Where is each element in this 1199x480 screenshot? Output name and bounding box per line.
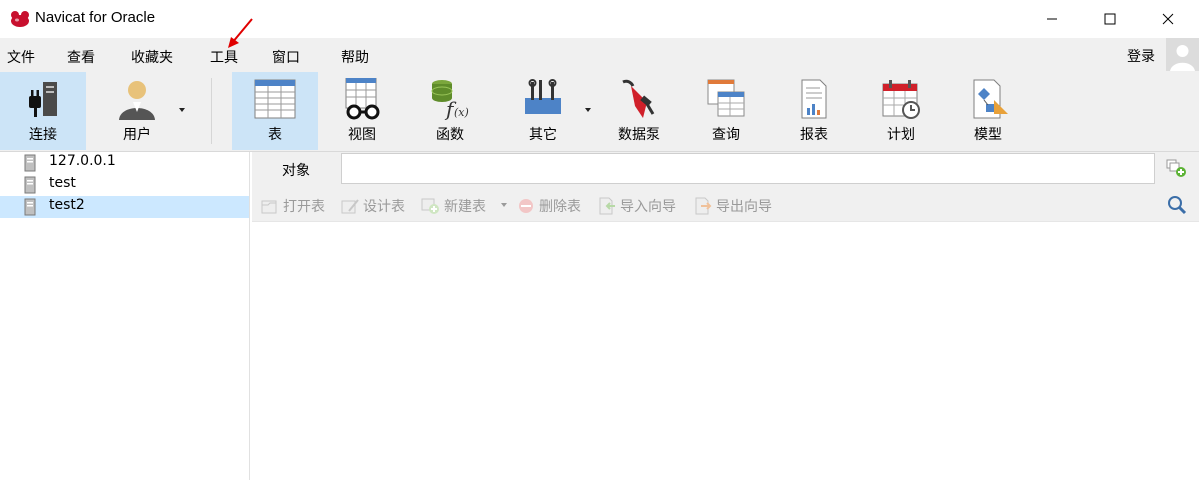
toolbar-separator <box>211 78 212 144</box>
main-toolbar: 连接 用户 表 视图 f (x) 函数 其它 数据泵 查询 报表 计划 模型 <box>0 72 1199 152</box>
search-icon[interactable] <box>1166 194 1188 216</box>
avatar-placeholder-icon <box>1166 38 1199 71</box>
server-icon <box>24 176 36 194</box>
model-label: 模型 <box>974 127 1002 143</box>
user-icon <box>119 81 155 120</box>
svg-text:(x): (x) <box>454 106 469 119</box>
annotation-arrow-icon <box>228 18 253 48</box>
function-icon: f (x) <box>431 80 469 120</box>
user-label: 用户 <box>123 127 151 143</box>
connect-plug-icon <box>29 82 57 117</box>
tree-item-label: test2 <box>49 197 85 213</box>
menu-bar: 文件 查看 收藏夹 工具 窗口 帮助 登录 <box>0 38 1199 72</box>
function-button[interactable]: f (x) 函数 <box>407 72 493 150</box>
navicat-logo-icon <box>11 11 29 27</box>
table-icon <box>254 79 296 119</box>
delete-table-button[interactable]: 删除表 <box>516 196 581 216</box>
design-table-label: 设计表 <box>363 199 405 215</box>
new-table-dropdown-icon[interactable] <box>500 202 508 208</box>
user-dropdown-icon[interactable] <box>177 106 187 114</box>
export-wizard-icon <box>695 197 712 215</box>
view-button[interactable]: 视图 <box>319 72 405 150</box>
tree-item-schema[interactable]: test2 <box>0 196 249 218</box>
delete-table-label: 删除表 <box>539 199 581 215</box>
report-icon <box>801 79 827 119</box>
query-label: 查询 <box>712 127 740 143</box>
data-pump-label: 数据泵 <box>618 127 660 143</box>
window-title: Navicat for Oracle <box>35 9 156 26</box>
close-icon <box>1162 13 1174 25</box>
import-wizard-label: 导入向导 <box>620 199 676 215</box>
view-glasses-icon <box>345 78 380 120</box>
design-table-button[interactable]: 设计表 <box>340 196 405 216</box>
model-icon <box>973 79 1008 119</box>
open-table-label: 打开表 <box>283 199 325 215</box>
object-list-area[interactable] <box>252 222 1199 480</box>
menu-help[interactable]: 帮助 <box>341 47 369 67</box>
view-label: 视图 <box>348 127 376 143</box>
close-button[interactable] <box>1145 0 1191 38</box>
tree-item-schema[interactable]: test <box>0 174 249 196</box>
other-button[interactable]: 其它 <box>500 72 586 150</box>
maximize-icon <box>1104 13 1116 25</box>
title-bar: Navicat for Oracle <box>0 0 1199 38</box>
data-pump-button[interactable]: 数据泵 <box>596 72 682 150</box>
new-table-label: 新建表 <box>444 199 486 215</box>
menu-view[interactable]: 查看 <box>67 47 95 67</box>
tree-item-connection[interactable]: 127.0.0.1 <box>0 152 249 174</box>
query-button[interactable]: 查询 <box>683 72 769 150</box>
menu-file[interactable]: 文件 <box>7 47 35 67</box>
server-icon <box>24 198 36 216</box>
table-label: 表 <box>268 127 282 143</box>
model-button[interactable]: 模型 <box>945 72 1031 150</box>
other-dropdown-icon[interactable] <box>583 106 593 114</box>
login-link[interactable]: 登录 <box>1127 46 1155 66</box>
maximize-button[interactable] <box>1087 0 1133 38</box>
menu-favorites[interactable]: 收藏夹 <box>131 47 173 67</box>
table-button[interactable]: 表 <box>232 72 318 150</box>
connect-button[interactable]: 连接 <box>0 72 86 150</box>
new-table-icon <box>421 198 439 214</box>
connection-tree: 127.0.0.1 test test2 <box>0 152 250 480</box>
schedule-button[interactable]: 计划 <box>858 72 944 150</box>
minimize-button[interactable] <box>1029 0 1075 38</box>
export-wizard-button[interactable]: 导出向导 <box>693 196 772 216</box>
connect-label: 连接 <box>29 127 57 143</box>
delete-table-icon <box>519 199 533 213</box>
query-icon <box>707 79 745 117</box>
minimize-icon <box>1047 18 1057 20</box>
tools-icon <box>525 79 561 114</box>
import-wizard-button[interactable]: 导入向导 <box>597 196 676 216</box>
import-wizard-icon <box>599 197 615 215</box>
new-table-button[interactable]: 新建表 <box>421 196 486 216</box>
export-wizard-label: 导出向导 <box>716 199 772 215</box>
schedule-label: 计划 <box>887 127 915 143</box>
user-button[interactable]: 用户 <box>94 72 180 150</box>
menu-window[interactable]: 窗口 <box>272 47 300 67</box>
server-icon <box>24 154 36 172</box>
data-pump-icon <box>622 79 655 118</box>
table-actions-bar: 打开表 设计表 新建表 删除表 导入向导 导出向导 <box>252 186 1199 222</box>
objects-tab[interactable]: 对象 <box>282 160 310 180</box>
open-table-icon <box>261 200 277 214</box>
add-object-icon[interactable] <box>1166 159 1188 179</box>
other-label: 其它 <box>529 127 557 143</box>
user-avatar[interactable] <box>1166 38 1199 71</box>
tree-item-label: 127.0.0.1 <box>49 153 116 169</box>
report-label: 报表 <box>800 127 828 143</box>
open-table-button[interactable]: 打开表 <box>260 196 325 216</box>
object-bar: 对象 <box>252 152 1199 186</box>
schedule-calendar-icon <box>882 80 920 119</box>
design-table-icon <box>341 199 359 214</box>
tree-item-label: test <box>49 175 76 191</box>
report-button[interactable]: 报表 <box>771 72 857 150</box>
object-filter-input[interactable] <box>341 153 1155 184</box>
function-label: 函数 <box>436 127 464 143</box>
